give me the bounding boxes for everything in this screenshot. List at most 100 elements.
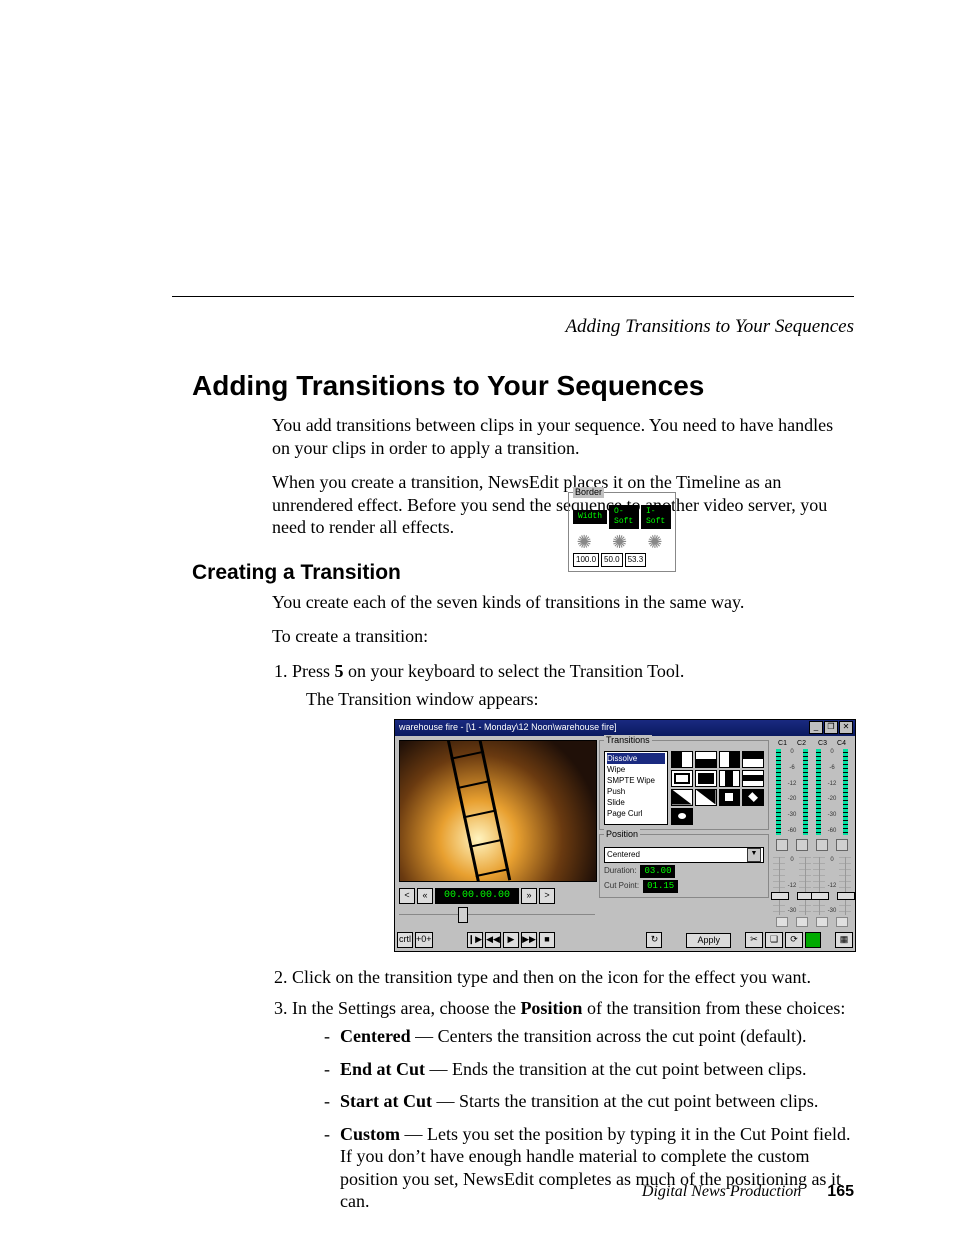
transition-thumb[interactable] [719,789,741,806]
position-group: Position Centered ▼ Duration: 03.00 [599,834,769,899]
transition-item-smpte-wipe[interactable]: SMPTE Wipe [607,775,665,786]
transition-thumb[interactable] [719,770,741,787]
play-button[interactable]: ▶ [503,932,519,948]
step-3-post: of the transition from these choices: [582,998,845,1018]
audio-meter [843,749,848,835]
fx-button-1[interactable]: ✂ [745,932,763,948]
border-group: Border Width O-Soft I-Soft [568,492,676,572]
border-shape-icon[interactable] [577,531,597,551]
transition-thumb[interactable] [742,789,764,806]
mute-button[interactable] [836,917,848,927]
route-box[interactable] [816,839,828,851]
fx-button-4[interactable]: ▦ [835,932,853,948]
channel-label: C2 [797,740,806,749]
mark-out-button[interactable]: +0+ [415,932,433,948]
stop-button[interactable]: ■ [539,932,555,948]
prev-frame-button[interactable]: ◀◀ [485,932,501,948]
fader-scale: 0-12-30 [787,857,797,915]
transition-item-wipe[interactable]: Wipe [607,764,665,775]
channel-label: C3 [818,740,827,749]
sub-paragraph-1: You create each of the seven kinds of tr… [272,591,854,614]
border-value-b[interactable]: 50.0 [601,553,623,567]
position-group-title: Position [604,829,640,840]
shuttle-slider[interactable] [399,910,595,918]
header-rule [172,296,854,297]
transition-thumb[interactable] [695,789,717,806]
transition-thumb[interactable] [671,789,693,806]
route-box[interactable] [776,839,788,851]
rewind-button[interactable]: « [417,888,433,904]
channel-fader[interactable] [799,857,811,915]
duration-value[interactable]: 03.00 [640,865,675,878]
channel-fader[interactable] [839,857,851,915]
apply-button[interactable]: Apply [686,933,731,948]
transition-thumb[interactable] [671,770,693,787]
chevron-down-icon: ▼ [747,848,761,862]
go-start-button[interactable]: ❙▶ [467,932,483,948]
transition-item-slide[interactable]: Slide [607,797,665,808]
mark-in-button[interactable]: crtl [397,932,413,948]
border-width-chip[interactable]: Width [573,510,607,524]
position-select[interactable]: Centered ▼ [604,847,764,863]
window-title: warehouse fire - [\1 - Monday\12 Noon\wa… [399,722,617,733]
fader-scale: 0-12-30 [827,857,837,915]
window-close-button[interactable]: ✕ [839,721,853,734]
audio-meter [816,749,821,835]
window-minimize-button[interactable]: _ [809,721,823,734]
transition-thumb[interactable] [695,770,717,787]
transition-item-push[interactable]: Push [607,786,665,797]
intro-paragraph-1: You add transitions between clips in you… [272,414,854,459]
audio-column: C1 C2 0-6-12-20-30-60 [773,740,851,928]
step-3: In the Settings area, choose the Positio… [292,997,854,1213]
transition-item-dissolve[interactable]: Dissolve [607,753,665,764]
border-value-c[interactable]: 53.3 [625,553,647,567]
transition-item-page-curl[interactable]: Page Curl [607,808,665,819]
channel-fader[interactable] [813,857,825,915]
color-swatch[interactable] [805,932,821,948]
fast-forward-button[interactable]: » [521,888,537,904]
transition-thumb[interactable] [742,751,764,768]
main-content: Adding Transitions to Your Sequences You… [192,370,854,1223]
channel-fader[interactable] [773,857,785,915]
mute-button[interactable] [776,917,788,927]
transition-thumb[interactable] [671,808,693,825]
step-forward-button[interactable]: > [539,888,555,904]
border-osoft-chip[interactable]: O-Soft [609,505,639,529]
transition-thumb[interactable] [695,751,717,768]
transition-thumb[interactable] [742,770,764,787]
window-titlebar[interactable]: warehouse fire - [\1 - Monday\12 Noon\wa… [395,720,855,736]
step-1-key: 5 [335,661,344,681]
window-maximize-button[interactable]: ❐ [824,721,838,734]
choice-centered-desc: — Centers the transition across the cut … [411,1026,807,1046]
transition-thumb[interactable] [719,751,741,768]
cutpoint-value[interactable]: 01.15 [643,880,678,893]
sub-paragraph-2: To create a transition: [272,625,854,648]
next-frame-button[interactable]: ▶▶ [521,932,537,948]
intro-paragraph-2: When you create a transition, NewsEdit p… [272,471,854,539]
audio-meter [776,749,781,835]
channel-label: C1 [778,740,787,749]
audio-meter [803,749,808,835]
route-box[interactable] [836,839,848,851]
loop-button[interactable]: ↻ [646,932,662,948]
meter-scale: 0-6-12-20-30-60 [787,749,797,835]
border-group-title: Border [573,487,604,498]
border-value-a[interactable]: 100.0 [573,553,599,567]
step-back-button[interactable]: < [399,888,415,904]
fx-button-2[interactable]: ❏ [765,932,783,948]
choice-end-at-cut: End at Cut — Ends the transition at the … [326,1058,854,1081]
transition-thumb[interactable] [671,751,693,768]
border-shape-icon[interactable] [612,531,632,551]
mute-button[interactable] [816,917,828,927]
border-isoft-chip[interactable]: I-Soft [641,505,671,529]
running-head: Adding Transitions to Your Sequences [565,316,854,338]
bottom-toolbar: crtl +0+ ❙▶ ◀◀ ▶ ▶▶ ■ ↻ Apply ✂ [395,931,855,951]
preview-column: < « 00.00.00.00 » > [399,740,595,928]
mute-button[interactable] [796,917,808,927]
route-box[interactable] [796,839,808,851]
steps-list: Press 5 on your keyboard to select the T… [192,660,854,1213]
border-shape-icon[interactable] [647,531,667,551]
transition-type-list[interactable]: Dissolve Wipe SMPTE Wipe Push Slide Page… [604,751,668,825]
footer-book-title: Digital News Production [642,1183,801,1200]
fx-button-3[interactable]: ⟳ [785,932,803,948]
